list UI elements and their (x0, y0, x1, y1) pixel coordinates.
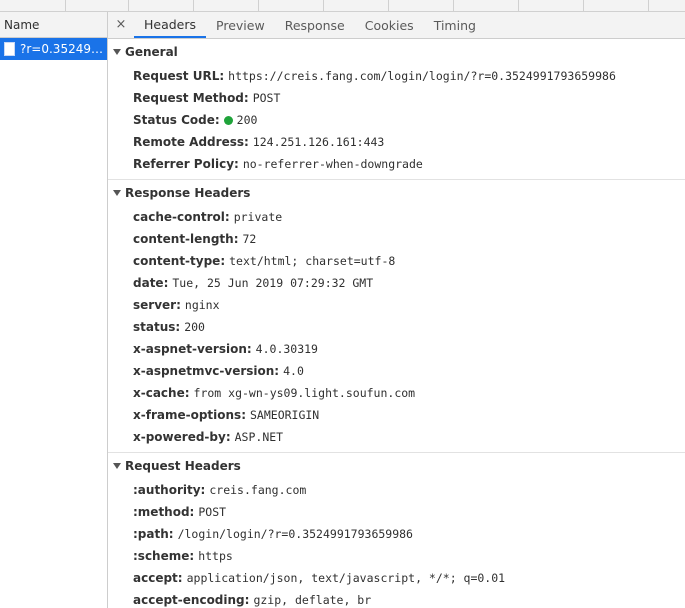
close-icon[interactable]: × (108, 12, 134, 38)
tab-timing[interactable]: Timing (424, 12, 486, 38)
request-headers-section-header[interactable]: Request Headers (108, 453, 685, 479)
header-row: content-type: text/html; charset=utf-8 (133, 254, 396, 268)
request-details-panel: × Headers Preview Response Cookies Timin… (108, 12, 685, 608)
general-row: Referrer Policy: no-referrer-when-downgra… (133, 157, 423, 171)
header-row: :scheme: https (133, 549, 233, 563)
header-row: content-length: 72 (133, 232, 257, 246)
expand-triangle-icon (113, 49, 121, 55)
request-method-value: POST (252, 91, 281, 105)
request-list: Name ?r=0.3524991... (0, 12, 108, 608)
tab-preview[interactable]: Preview (206, 12, 275, 38)
request-headers-section: Request Headers :authority: creis.fang.co… (108, 453, 685, 608)
request-row-selected[interactable]: ?r=0.3524991... (0, 38, 107, 60)
remote-address-value: 124.251.126.161:443 (252, 135, 385, 149)
header-row: status: 200 (133, 320, 205, 334)
header-row: :method: POST (133, 505, 227, 519)
header-row: x-aspnetmvc-version: 4.0 (133, 364, 304, 378)
details-tabbar: × Headers Preview Response Cookies Timin… (108, 12, 685, 39)
expand-triangle-icon (113, 190, 121, 196)
general-row: Request URL: https://creis.fang.com/login… (133, 69, 616, 83)
header-row: :path:/login/login/?r=0.3524991793659986 (133, 527, 413, 541)
request-name: ?r=0.3524991... (20, 42, 106, 56)
document-icon (4, 42, 15, 56)
general-row: Request Method: POST (133, 91, 281, 105)
response-headers-section: Response Headers cache-control: private c… (108, 180, 685, 453)
general-section: General Request URL: https://creis.fang.c… (108, 39, 685, 180)
header-row: date: Tue, 25 Jun 2019 07:29:32 GMT (133, 276, 374, 290)
header-row: server: nginx (133, 298, 220, 312)
header-row: :authority: creis.fang.com (133, 483, 307, 497)
tab-cookies[interactable]: Cookies (355, 12, 424, 38)
header-row: accept: application/json, text/javascript… (133, 571, 506, 585)
request-headers-title: Request Headers (125, 459, 241, 473)
header-row: x-powered-by: ASP.NET (133, 430, 284, 444)
response-headers-title: Response Headers (125, 186, 251, 200)
expand-triangle-icon (113, 463, 121, 469)
status-ok-icon (223, 116, 233, 125)
header-row: x-frame-options: SAMEORIGIN (133, 408, 320, 422)
general-row: Status Code: 200 (133, 113, 258, 127)
response-headers-section-header[interactable]: Response Headers (108, 180, 685, 206)
header-row: x-cache: from xg-wn-ys09.light.soufun.com (133, 386, 416, 400)
tab-headers[interactable]: Headers (134, 12, 207, 38)
general-row: Remote Address: 124.251.126.161:443 (133, 135, 385, 149)
header-row: accept-encoding: gzip, deflate, br (133, 593, 372, 607)
request-url-value: https://creis.fang.com/login/login/?r=0.… (228, 69, 616, 83)
general-section-header[interactable]: General (108, 39, 685, 65)
header-row: cache-control: private (133, 210, 283, 224)
header-row: x-aspnet-version: 4.0.30319 (133, 342, 318, 356)
general-title: General (125, 45, 178, 59)
name-column-header[interactable]: Name (0, 12, 107, 38)
tab-response[interactable]: Response (275, 12, 355, 38)
table-column-strip (0, 0, 685, 12)
status-code-value: 200 (236, 113, 258, 127)
referrer-policy-value: no-referrer-when-downgrade (242, 157, 423, 171)
